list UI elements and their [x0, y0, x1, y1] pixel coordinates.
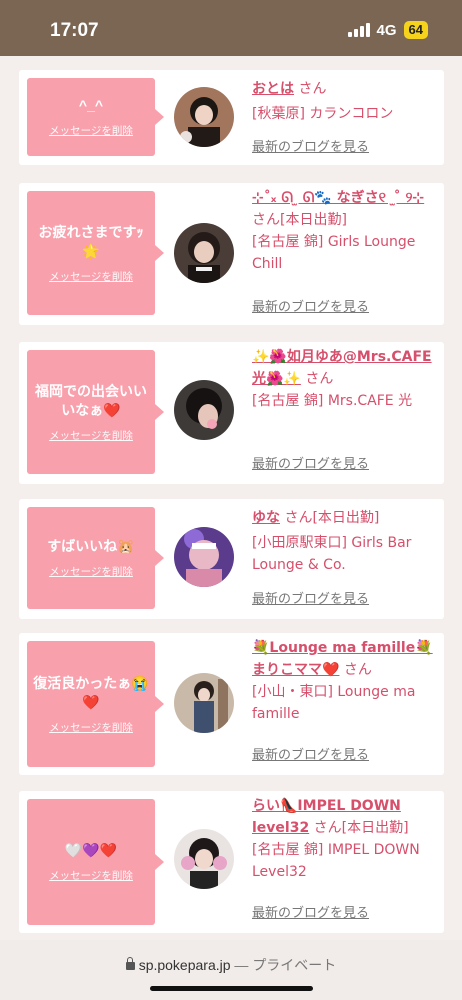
delete-message-link[interactable]: メッセージを削除	[49, 564, 133, 579]
blog-link[interactable]: 最新のブログを見る	[252, 296, 369, 315]
message-text: ^_^	[78, 97, 104, 113]
url-bar[interactable]: sp.pokepara.jp — プライベート	[0, 940, 462, 1000]
battery-icon: 64	[403, 21, 428, 39]
avatar[interactable]	[174, 527, 234, 587]
url-domain: sp.pokepara.jp	[138, 957, 231, 973]
work-today-tag: [本日出勤]	[341, 820, 409, 836]
home-indicator[interactable]	[150, 986, 313, 991]
message-bubble: 福岡での出会いいいなぁ❤️ メッセージを削除	[27, 350, 164, 474]
shop-name: [名古屋 錦] IMPEL DOWN Level32	[252, 842, 420, 880]
cast-name-link[interactable]: 💐Lounge ma famille💐まりこママ❤️	[252, 640, 433, 678]
work-today-tag: [本日出勤]	[312, 510, 380, 526]
honorific: さん	[252, 212, 280, 228]
cast-info: おとは さん [秋葉原] カランコロン	[252, 78, 437, 125]
delete-message-link[interactable]: メッセージを削除	[49, 868, 133, 883]
delete-message-link[interactable]: メッセージを削除	[49, 428, 133, 443]
delete-message-link[interactable]: メッセージを削除	[49, 720, 133, 735]
message-bubble: 復活良かったぁ😭❤️ メッセージを削除	[27, 641, 164, 767]
honorific: さん	[298, 81, 327, 97]
network-type: 4G	[376, 21, 397, 39]
message-text: 🤍💜❤️	[64, 842, 118, 858]
shop-name: [名古屋 錦] Mrs.CAFE 光	[252, 393, 413, 409]
shop-name: [秋葉原] カランコロン	[252, 106, 394, 122]
honorific: さん	[343, 662, 372, 678]
blog-link[interactable]: 最新のブログを見る	[252, 453, 369, 472]
message-card: 🤍💜❤️ メッセージを削除 らい👠IMPEL DOWN level32 さん[本…	[19, 791, 444, 933]
honorific: さん	[284, 510, 313, 526]
message-text: 福岡での出会いいいなぁ❤️	[35, 382, 147, 418]
blog-link[interactable]: 最新のブログを見る	[252, 744, 369, 763]
blog-link[interactable]: 最新のブログを見る	[252, 136, 369, 155]
status-indicators: 4G 64	[347, 21, 428, 39]
avatar[interactable]	[174, 87, 234, 147]
status-bar: 17:07 4G 64	[0, 0, 462, 56]
message-card: ^_^ メッセージを削除 おとは さん [秋葉原] カランコロン 最新のブログを…	[19, 70, 444, 165]
work-today-tag: [本日出勤]	[280, 212, 347, 228]
avatar[interactable]	[174, 673, 234, 733]
blog-link[interactable]: 最新のブログを見る	[252, 588, 369, 607]
shop-name: [名古屋 錦] Girls Lounge Chill	[252, 234, 416, 272]
message-card: 復活良かったぁ😭❤️ メッセージを削除 💐Lounge ma famille💐ま…	[19, 633, 444, 775]
message-bubble: お疲れさまですｯ🌟 メッセージを削除	[27, 191, 164, 315]
cast-name-link[interactable]: ⊹˚ₓ ᘏ ̫ ᘏ🐾 なぎさ୧⁠ ⁠ ̫ ̊ ୨⊹	[252, 190, 424, 206]
cast-name-link[interactable]: ゆな	[252, 510, 280, 526]
shop-name: [小田原駅東口] Girls Bar Lounge & Co.	[252, 535, 412, 573]
avatar[interactable]	[174, 829, 234, 889]
cast-info: ⊹˚ₓ ᘏ ̫ ᘏ🐾 なぎさ୧⁠ ⁠ ̫ ̊ ୨⊹ さん[本日出勤] [名古屋 …	[252, 187, 437, 275]
blog-link[interactable]: 最新のブログを見る	[252, 902, 369, 921]
cast-info: ✨🌺如月ゆあ@Mrs.CAFE光🌺✨ さん [名古屋 錦] Mrs.CAFE 光	[252, 346, 437, 412]
cast-name-link[interactable]: ✨🌺如月ゆあ@Mrs.CAFE光🌺✨	[252, 349, 432, 387]
cast-info: らい👠IMPEL DOWN level32 さん[本日出勤] [名古屋 錦] I…	[252, 795, 437, 883]
shop-name: [小山・東口] Lounge ma famille	[252, 684, 416, 722]
message-card: お疲れさまですｯ🌟 メッセージを削除 ⊹˚ₓ ᘏ ̫ ᘏ🐾 なぎさ୧⁠ ⁠ ̫ …	[19, 183, 444, 325]
url-display[interactable]: sp.pokepara.jp — プライベート	[0, 955, 462, 975]
cast-info: ゆな さん[本日出勤] [小田原駅東口] Girls Bar Lounge & …	[252, 507, 437, 576]
message-text: 復活良かったぁ😭❤️	[33, 674, 149, 710]
lock-icon	[125, 957, 135, 970]
message-bubble: すばいいね🐹 メッセージを削除	[27, 507, 164, 609]
message-bubble: 🤍💜❤️ メッセージを削除	[27, 799, 164, 925]
url-separator: —	[234, 957, 249, 973]
delete-message-link[interactable]: メッセージを削除	[49, 123, 133, 138]
message-text: お疲れさまですｯ🌟	[38, 223, 144, 259]
cast-info: 💐Lounge ma famille💐まりこママ❤️ さん [小山・東口] Lo…	[252, 637, 437, 725]
message-bubble: ^_^ メッセージを削除	[27, 78, 164, 156]
avatar[interactable]	[174, 223, 234, 283]
cast-name-link[interactable]: おとは	[252, 81, 294, 97]
delete-message-link[interactable]: メッセージを削除	[49, 269, 133, 284]
honorific: さん	[305, 371, 334, 387]
honorific: さん	[313, 820, 342, 836]
status-time: 17:07	[50, 20, 99, 41]
signal-icon	[347, 23, 370, 37]
message-card: 福岡での出会いいいなぁ❤️ メッセージを削除 ✨🌺如月ゆあ@Mrs.CAFE光🌺…	[19, 342, 444, 484]
message-text: すばいいね🐹	[47, 538, 135, 554]
avatar[interactable]	[174, 380, 234, 440]
message-card: すばいいね🐹 メッセージを削除 ゆな さん[本日出勤] [小田原駅東口] Gir…	[19, 499, 444, 619]
private-mode-label: プライベート	[252, 957, 337, 973]
